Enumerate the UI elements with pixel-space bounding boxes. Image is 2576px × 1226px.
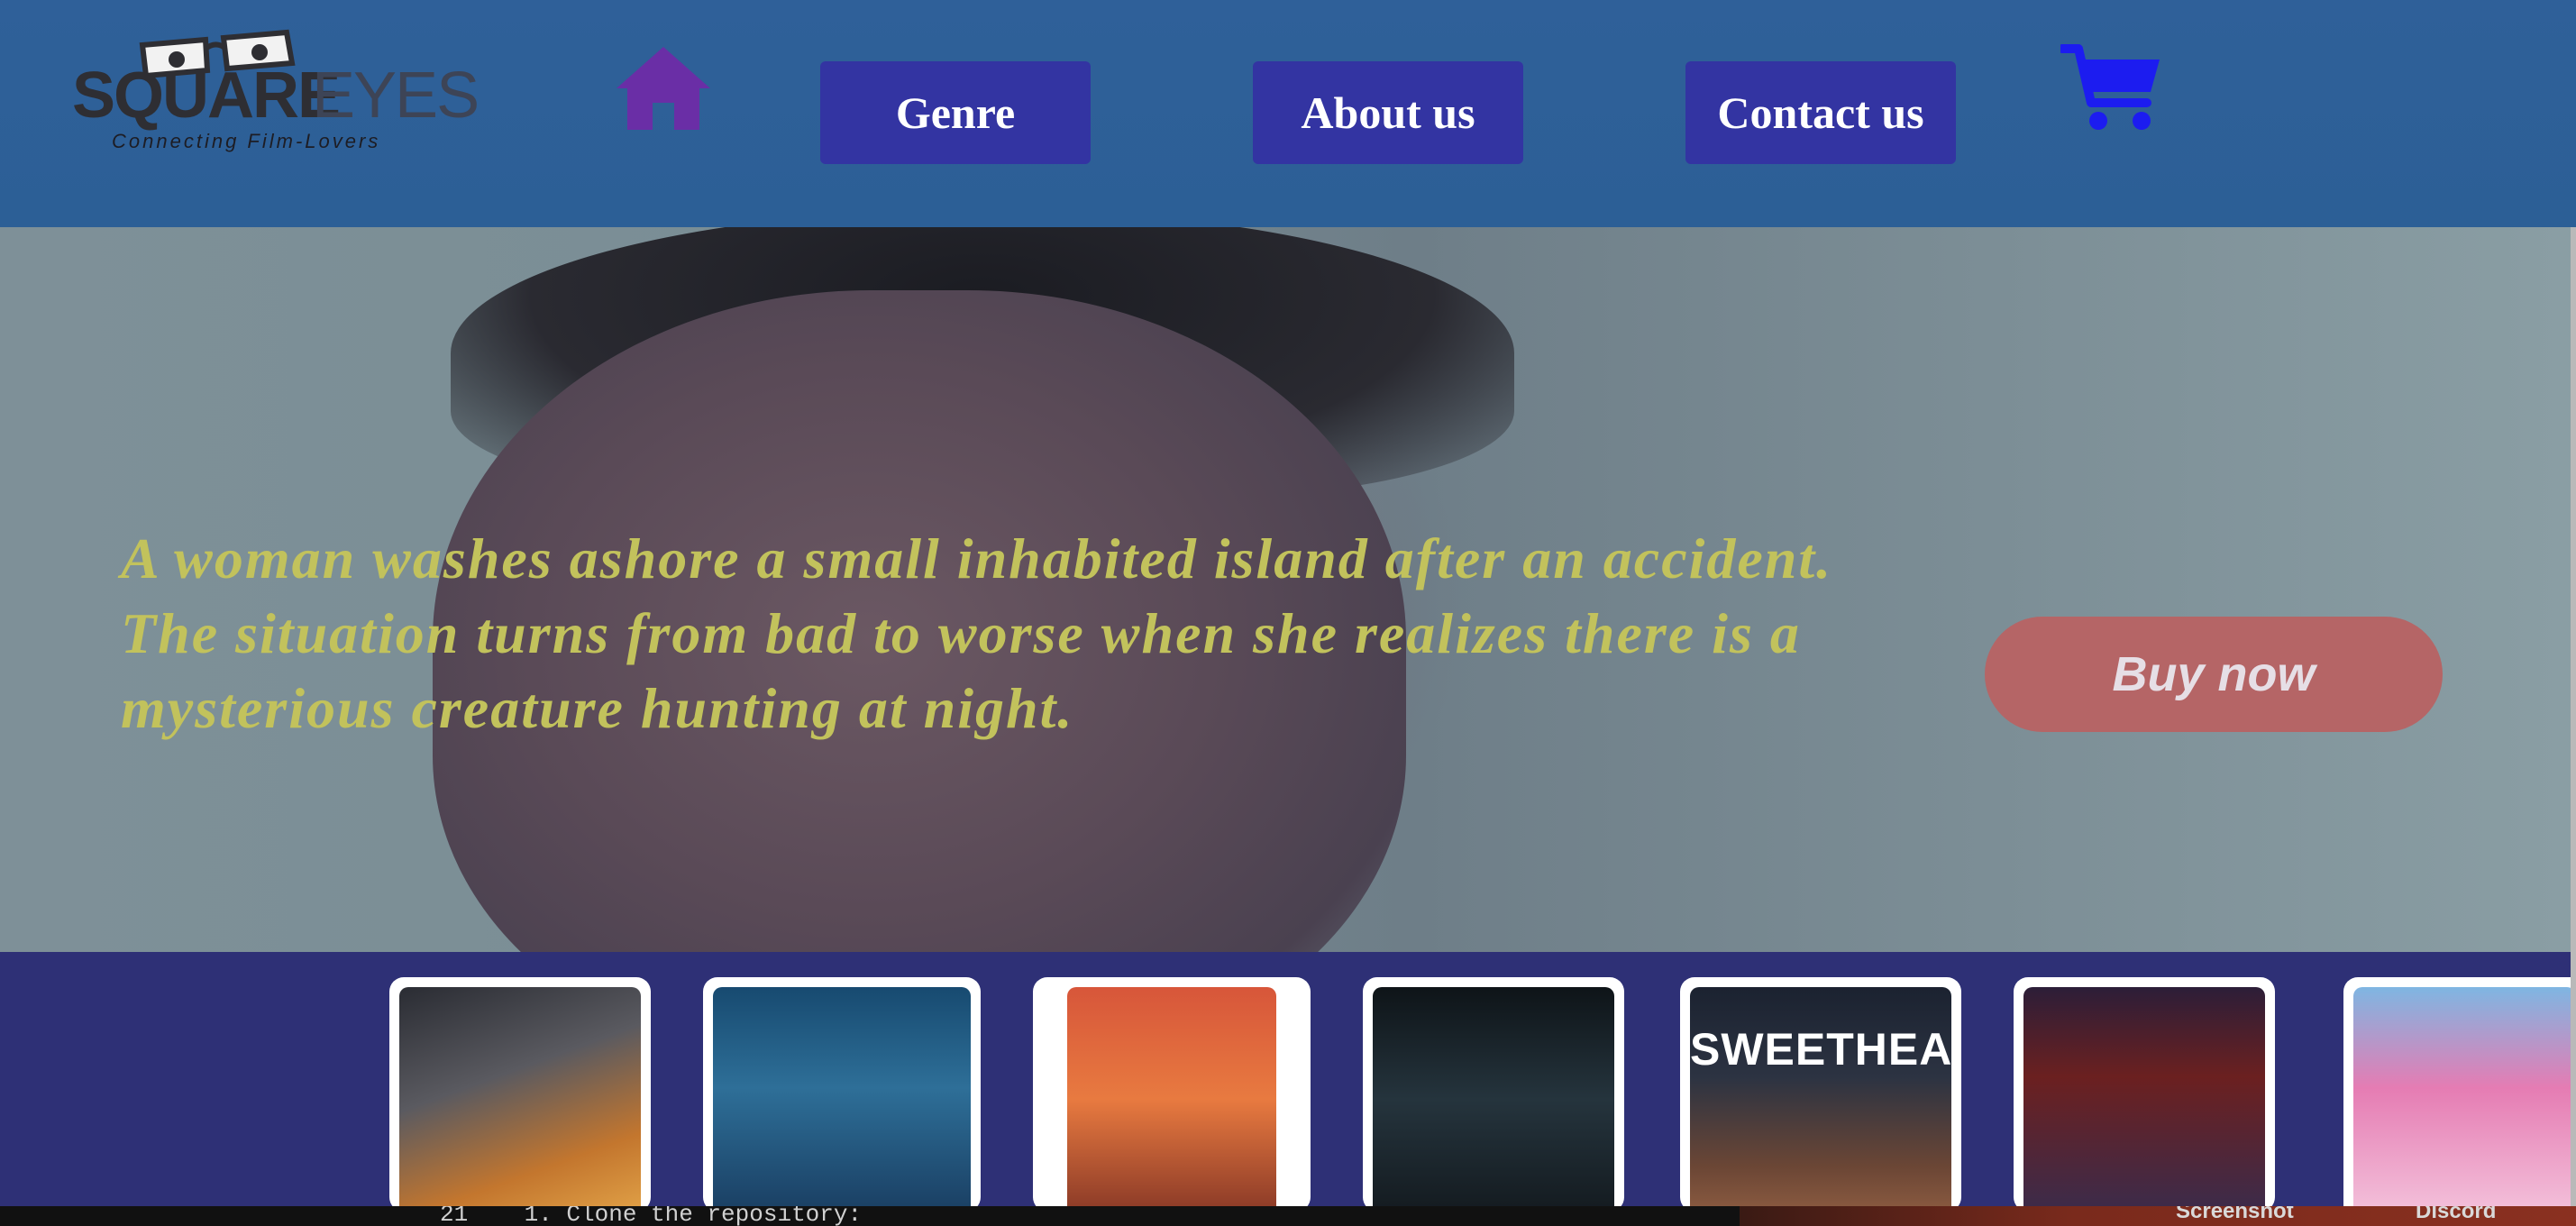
poster-title: SWEETHEART	[1690, 1024, 1951, 1075]
buy-now-button[interactable]: Buy now	[1985, 617, 2443, 732]
nav-genre-button[interactable]: Genre	[820, 61, 1091, 164]
poster-image	[1373, 987, 1614, 1212]
movie-poster-card[interactable]	[2014, 977, 2275, 1212]
shopping-cart-icon[interactable]	[2060, 43, 2163, 133]
logo-tagline: Connecting Film-Lovers	[112, 130, 381, 152]
desktop-taskbar: 21 1. Clone the repository: Screenshot D…	[0, 1206, 2576, 1226]
movie-poster-card[interactable]	[1363, 977, 1624, 1212]
hero-description: A woman washes ashore a small inhabited …	[121, 521, 1987, 746]
poster-image	[713, 987, 971, 1212]
editor-line: 21 1. Clone the repository:	[440, 1206, 863, 1226]
logo-word-square: SQUARE	[72, 59, 341, 132]
hero-banner: A woman washes ashore a small inhabited …	[0, 227, 2571, 952]
movie-carousel: SWEETHEART	[0, 952, 2576, 1212]
movie-poster-card[interactable]	[703, 977, 981, 1212]
poster-image	[1067, 987, 1276, 1212]
hero-text-line: The situation turns from bad to worse wh…	[121, 601, 1801, 740]
home-icon[interactable]	[613, 43, 714, 133]
movie-poster-card[interactable]	[2343, 977, 2576, 1212]
taskbar-item-discord[interactable]: Discord	[2416, 1206, 2496, 1224]
poster-image	[399, 987, 641, 1212]
page-scrollbar[interactable]	[2571, 227, 2576, 1206]
nav-about-button[interactable]: About us	[1253, 61, 1523, 164]
nav-contact-button[interactable]: Contact us	[1685, 61, 1956, 164]
movie-poster-card[interactable]	[1033, 977, 1311, 1212]
movie-poster-card[interactable]: SWEETHEART	[1680, 977, 1961, 1212]
logo-word-eyes: EYES	[312, 59, 480, 132]
poster-image	[2353, 987, 2576, 1212]
logo[interactable]: SQUARE EYES Connecting Film-Lovers	[70, 27, 480, 153]
poster-image: SWEETHEART	[1690, 987, 1951, 1212]
site-header: SQUARE EYES Connecting Film-Lovers Genre…	[0, 0, 2576, 227]
hero-text-line: A woman washes ashore a small inhabited …	[121, 526, 1833, 590]
taskbar-item-screenshot[interactable]: Screenshot	[2176, 1206, 2294, 1224]
poster-image	[2023, 987, 2265, 1212]
movie-poster-card[interactable]	[389, 977, 651, 1212]
